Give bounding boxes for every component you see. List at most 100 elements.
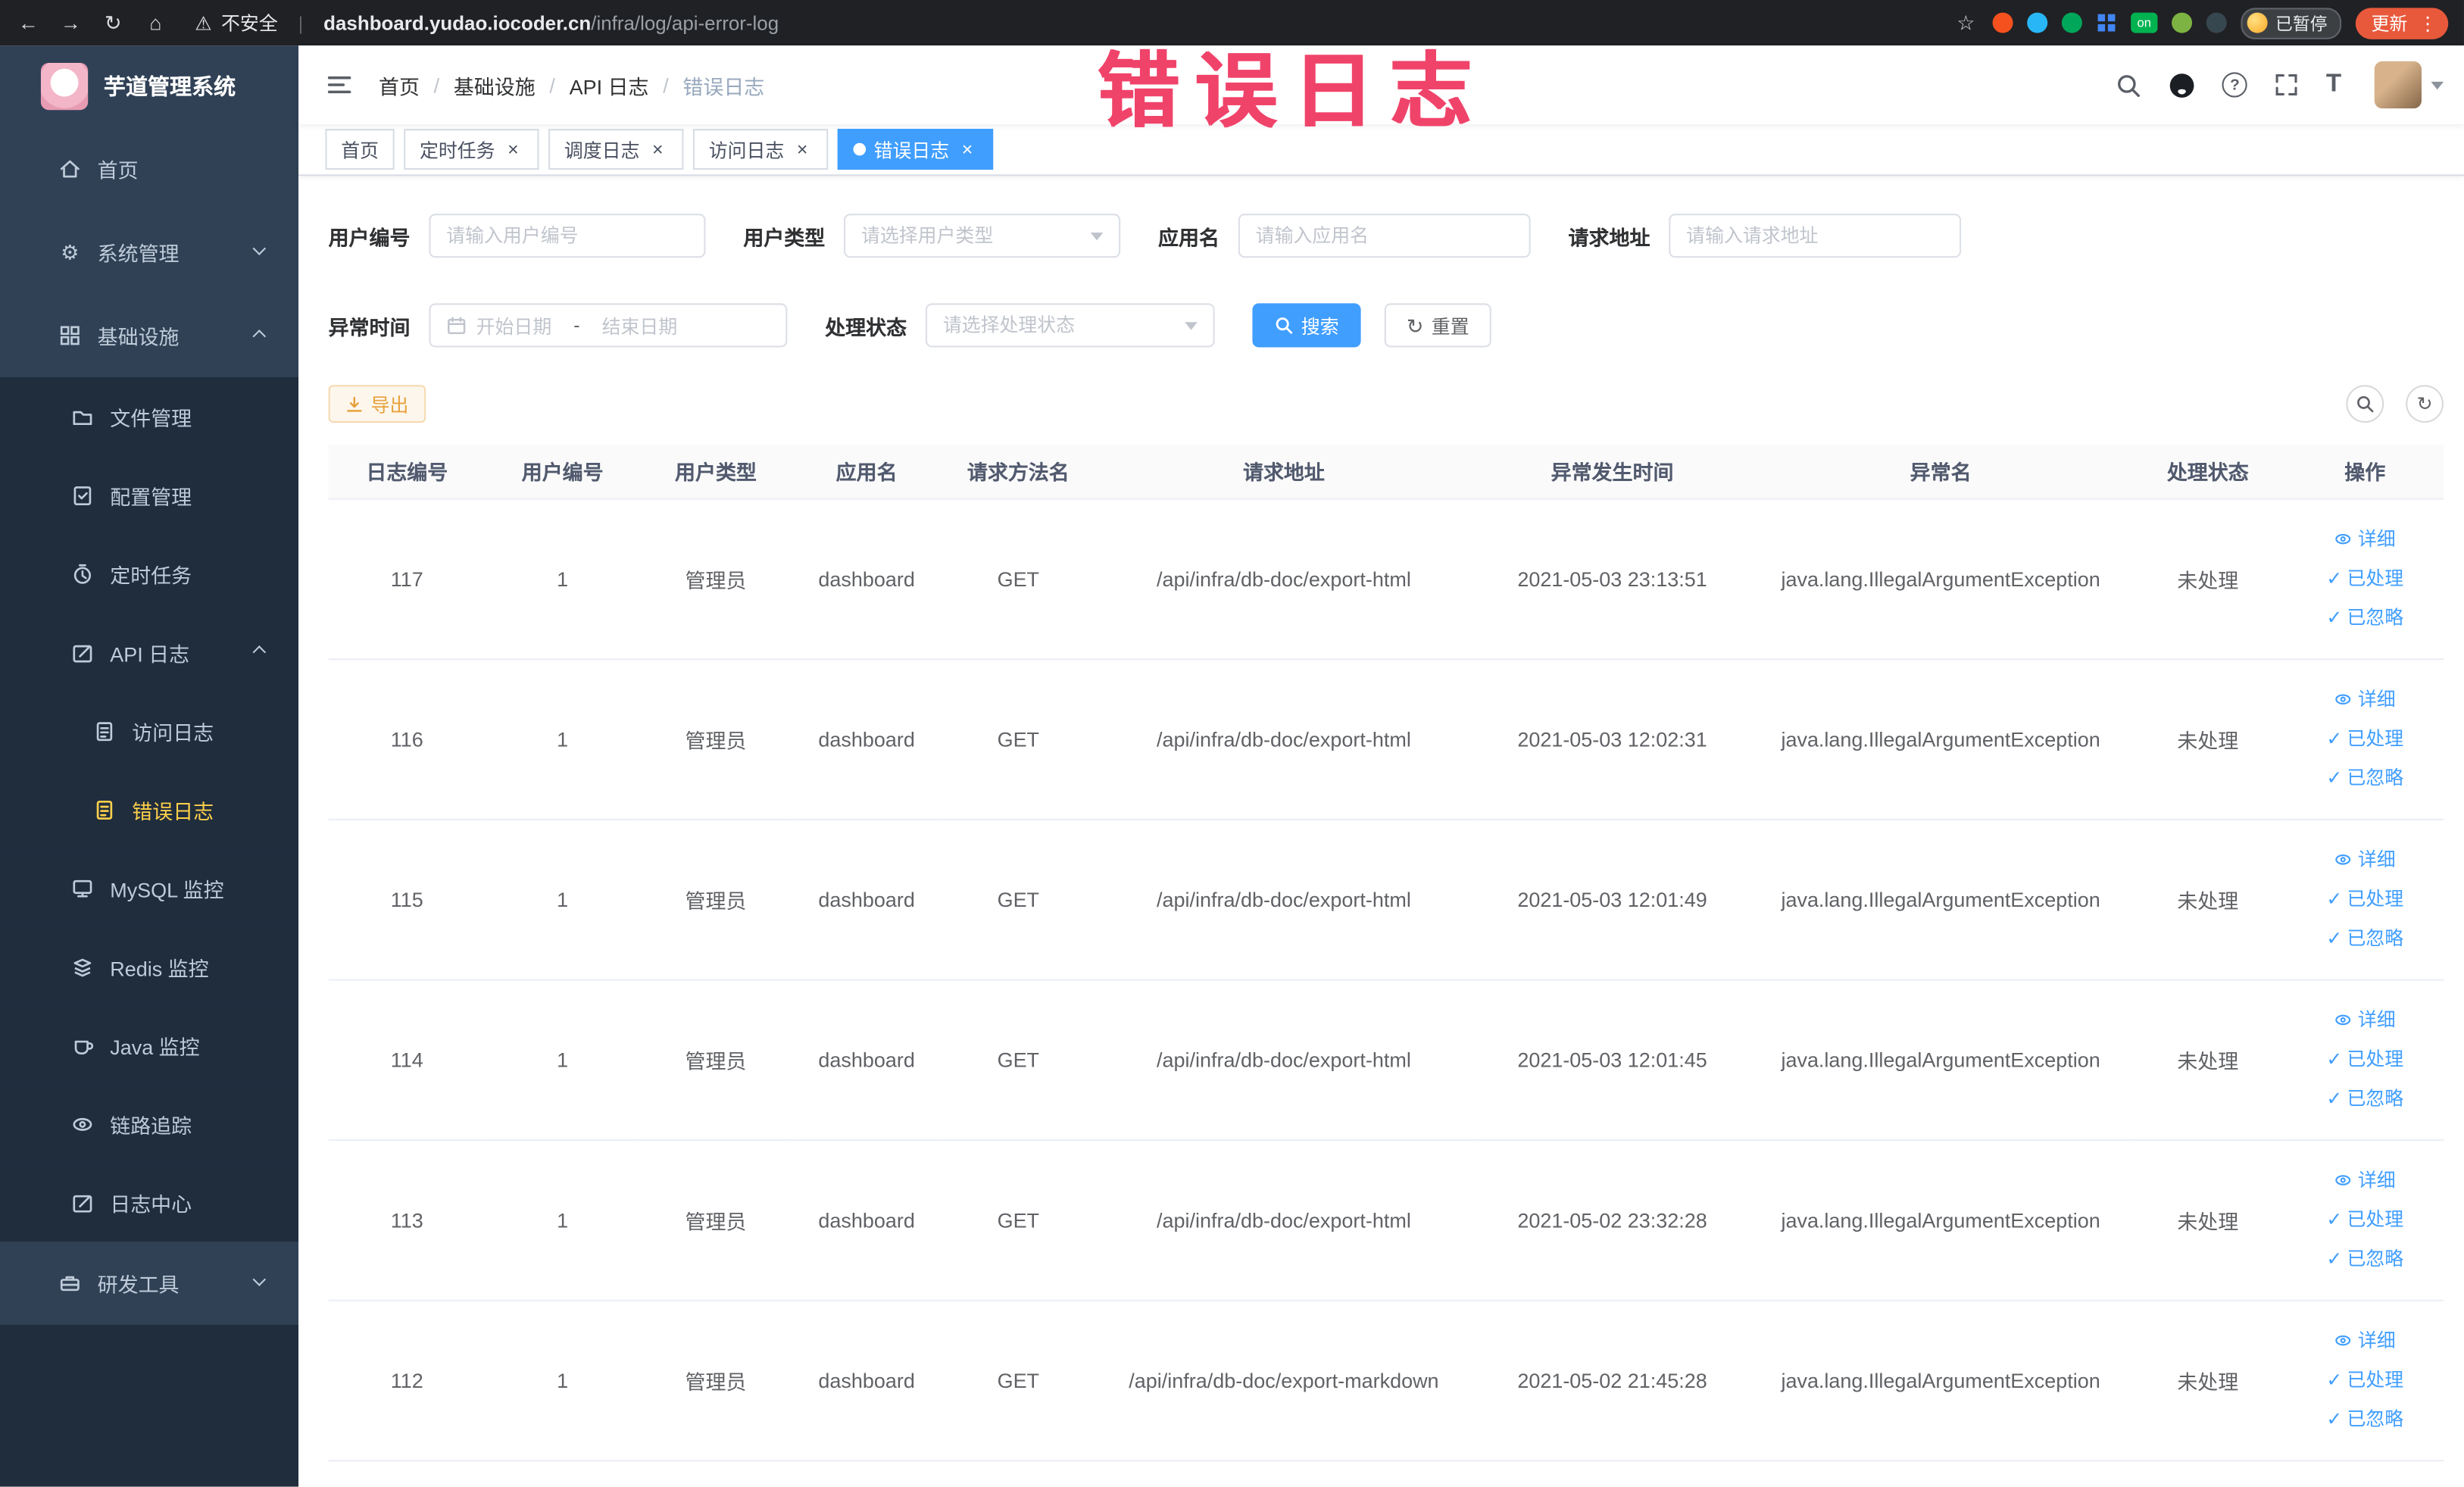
close-tab-icon[interactable]: × [957,139,978,160]
logo-title: 芋道管理系统 [103,73,236,99]
cell-exception: java.lang.IllegalArgumentException [1752,979,2130,1141]
logo[interactable]: 芋道管理系统 [0,45,298,127]
extension-icon[interactable] [1992,12,2013,33]
close-tab-icon[interactable]: × [648,139,668,160]
cell-app-name: dashboard [792,818,942,980]
processed-link[interactable]: ✓ 已处理 [2287,719,2444,758]
processed-link[interactable]: ✓ 已处理 [2287,1360,2444,1400]
processed-link[interactable]: ✓ 已处理 [2287,879,2444,919]
search-button[interactable]: 搜索 [1252,303,1361,348]
paused-badge[interactable]: 已暂停 [2241,7,2342,39]
coffee-icon [69,1033,95,1057]
processed-link[interactable]: ✓ 已处理 [2287,559,2444,598]
sidebar-item-home[interactable]: 首页 [0,127,298,211]
forward-icon[interactable]: → [58,11,83,35]
detail-link[interactable]: 详细 [2287,840,2444,879]
detail-link[interactable]: 详细 [2287,679,2444,719]
infrastructure-icon [57,323,83,347]
app-name-input[interactable] [1255,224,1513,247]
processed-link[interactable]: ✓ 已处理 [2287,1200,2444,1239]
sidebar-item-file-management[interactable]: 文件管理 [0,376,299,456]
tab-scheduled-tasks[interactable]: 定时任务 × [404,129,539,170]
sidebar-item-dev-tools[interactable]: 研发工具 [0,1242,298,1325]
sidebar-item-error-log[interactable]: 错误日志 [0,770,299,849]
user-id-field[interactable] [429,214,706,258]
close-tab-icon[interactable]: × [792,139,813,160]
cell-exception: java.lang.IllegalArgumentException [1752,498,2130,660]
reload-icon[interactable]: ↻ [101,10,126,35]
sidebar-item-log-center[interactable]: 日志中心 [0,1163,299,1242]
eye-icon [2334,530,2353,548]
sidebar-item-link-tracing[interactable]: 链路追踪 [0,1084,299,1164]
request-url-input[interactable] [1686,224,1944,247]
sidebar-item-redis-monitor[interactable]: Redis 监控 [0,927,299,1006]
process-status-input[interactable] [942,314,1176,336]
date-range-picker[interactable]: 开始日期 - 结束日期 [429,303,788,348]
breadcrumb-item[interactable]: 基础设施 [454,70,536,99]
user-type-input[interactable] [860,224,1082,247]
sidebar-item-config-management[interactable]: 配置管理 [0,455,299,535]
tab-access-log[interactable]: 访问日志 × [692,129,829,170]
user-menu[interactable] [2374,61,2444,109]
text-size-icon[interactable]: T [2326,71,2341,97]
processed-link[interactable]: ✓ 已处理 [2287,1039,2444,1079]
browser-home-icon[interactable]: ⌂ [143,11,168,35]
back-icon[interactable]: ← [16,11,41,35]
user-id-input[interactable] [446,224,689,247]
search-icon[interactable] [2116,71,2142,98]
breadcrumb-item[interactable]: API 日志 [570,70,649,99]
ignored-link[interactable]: ✓ 已忽略 [2287,598,2444,637]
extension-icon[interactable] [2061,12,2082,33]
site-security[interactable]: ⚠ 不安全 [195,9,277,36]
user-type-select[interactable] [844,214,1121,258]
ignored-link[interactable]: ✓ 已忽略 [2287,758,2444,798]
request-url-field[interactable] [1669,214,1962,258]
tab-error-log[interactable]: 错误日志 × [837,129,994,170]
reset-button[interactable]: ↻ 重置 [1384,303,1491,348]
sidebar-item-mysql-monitor[interactable]: MySQL 监控 [0,848,299,928]
sidebar-item-api-logs[interactable]: API 日志 [0,613,299,692]
date-end-placeholder[interactable]: 结束日期 [602,312,678,339]
process-status-select[interactable] [926,303,1215,348]
extension-icon[interactable] [2172,12,2193,33]
help-icon[interactable]: ? [2222,72,2248,98]
extension-on-badge[interactable]: on [2131,12,2158,33]
browser-menu-icon[interactable]: ⋮ [2419,12,2437,34]
detail-link[interactable]: 详细 [2287,1161,2444,1200]
detail-link[interactable]: 详细 [2287,520,2444,559]
sidebar-item-scheduled-tasks[interactable]: 定时任务 [0,534,299,614]
tab-home[interactable]: 首页 [325,129,395,170]
github-icon[interactable] [2169,71,2195,98]
hamburger-icon[interactable] [325,70,353,98]
extension-grid-icon[interactable] [2097,13,2117,33]
date-start-placeholder[interactable]: 开始日期 [476,312,552,339]
address-bar[interactable]: dashboard.yudao.iocoder.cn/infra/log/api… [323,12,779,34]
bookmark-star-icon[interactable]: ☆ [1953,10,1978,35]
ignored-link[interactable]: ✓ 已忽略 [2287,1079,2444,1118]
cell-app-name: dashboard [792,658,942,820]
update-button[interactable]: 更新 ⋮ [2355,7,2449,39]
fullscreen-icon[interactable] [2274,72,2299,97]
export-button[interactable]: 导出 [328,385,426,423]
detail-link[interactable]: 详细 [2287,1321,2444,1360]
sidebar-item-system-management[interactable]: ⚙ 系统管理 [0,211,298,294]
ignored-link[interactable]: ✓ 已忽略 [2287,1399,2444,1439]
refresh-table-button[interactable]: ↻ [2406,385,2444,423]
column-header: 请求方法名 [941,445,1095,499]
tab-schedule-log[interactable]: 调度日志 × [548,129,684,170]
tags-view-bar: 首页 定时任务 × 调度日志 × 访问日志 × 错误日志 × [298,123,2464,177]
cell-request-url: /api/infra/db-doc/export-markdown [1095,1299,1472,1461]
detail-link[interactable]: 详细 [2287,1000,2444,1039]
extension-pin-icon[interactable] [2206,12,2227,33]
sidebar-item-java-monitor[interactable]: Java 监控 [0,1005,299,1085]
close-tab-icon[interactable]: × [503,139,523,160]
extension-icon[interactable] [2027,12,2048,33]
breadcrumb-item[interactable]: 首页 [379,70,420,99]
ignored-link[interactable]: ✓ 已忽略 [2287,919,2444,958]
sidebar-item-access-log[interactable]: 访问日志 [0,691,299,770]
sidebar-item-infrastructure[interactable]: 基础设施 [0,294,298,377]
app-name-field[interactable] [1238,214,1531,258]
processed-label: 已处理 [2347,1047,2404,1070]
ignored-link[interactable]: ✓ 已忽略 [2287,1239,2444,1279]
toggle-search-button[interactable] [2346,385,2384,423]
